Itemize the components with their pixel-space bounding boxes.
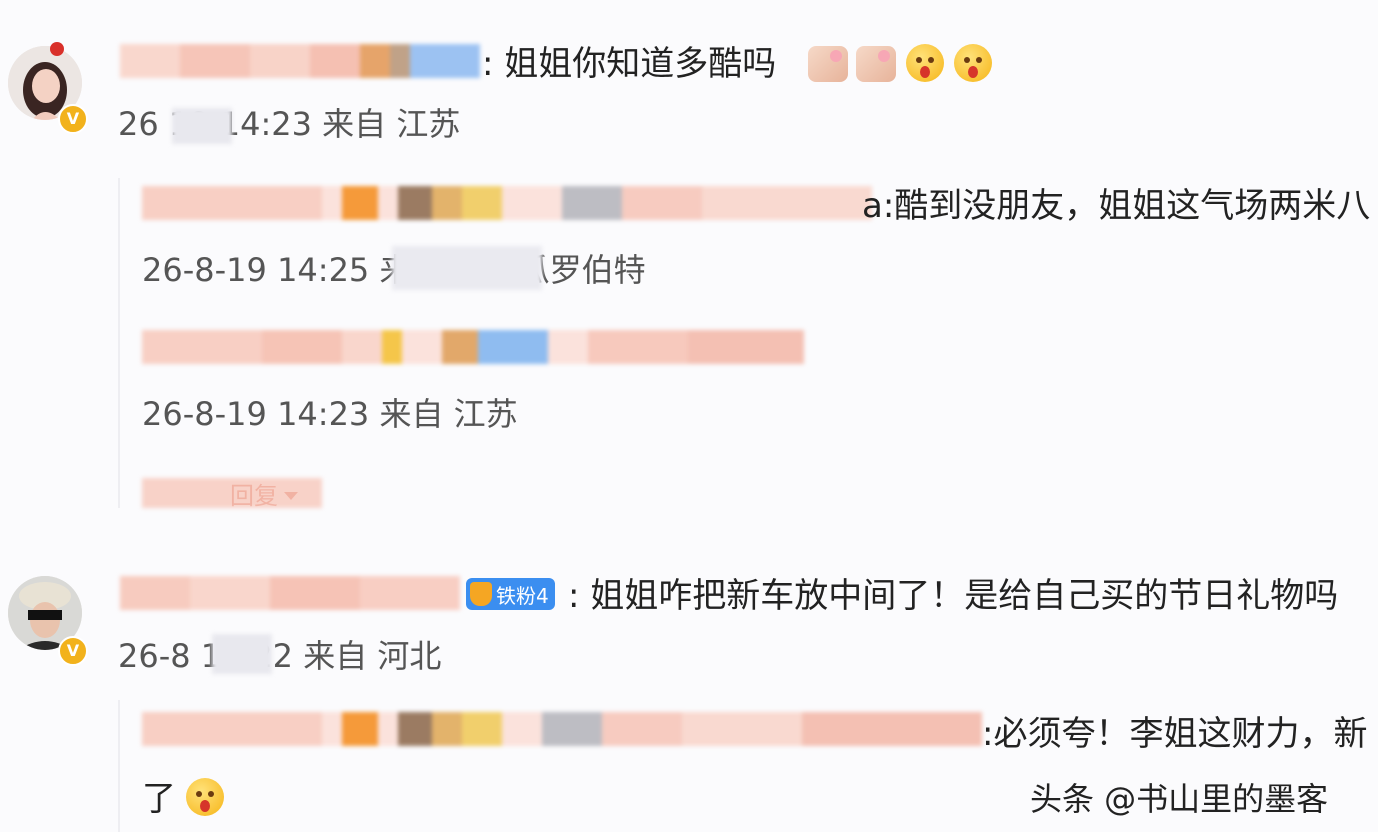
reply-meta: 26-8-19 14:23 来自 江苏 (142, 395, 518, 433)
reply-text: a:酷到没朋友，姐姐这气场两米八 (862, 186, 1371, 226)
more-replies-link[interactable]: 回复 (230, 476, 298, 511)
verified-badge: V (58, 636, 88, 666)
comment-text: : 姐姐你知道多酷吗 (482, 44, 777, 84)
shy-face-icon (186, 778, 224, 816)
reply-username-blurred[interactable] (142, 712, 982, 746)
fan-shield-icon (470, 582, 492, 606)
sticker-icon (856, 46, 896, 82)
comment-text: : 姐姐咋把新车放中间了！是给自己买的节日礼物吗 (568, 576, 1339, 616)
reply-username-blurred[interactable] (142, 330, 804, 364)
meta-blur (392, 246, 542, 290)
apple-icon (50, 42, 64, 56)
drool-face-icon (954, 44, 992, 82)
comment-meta: 26-8 14:22 来自 河北 (118, 637, 442, 675)
verified-badge: V (58, 104, 88, 134)
reply-text: :必须夸！李姐这财力，新 (982, 714, 1368, 754)
reply-username-blurred[interactable] (142, 186, 872, 220)
reply-thread-line (118, 178, 120, 508)
meta-blur (172, 108, 232, 144)
emoji-row (800, 44, 992, 82)
username-blurred[interactable] (120, 44, 480, 78)
meta-blur (212, 634, 272, 674)
reply-text-continued: 了 (142, 778, 224, 819)
comment-meta: 26 19 14:23 来自 江苏 (118, 105, 461, 143)
fan-badge: 铁粉4 (462, 578, 555, 614)
username-blurred[interactable] (120, 576, 460, 610)
chevron-down-icon (284, 492, 298, 500)
drool-face-icon (906, 44, 944, 82)
watermark: 头条 @书山里的墨客 (1030, 780, 1329, 818)
sticker-icon (808, 46, 848, 82)
reply-thread-line (118, 700, 120, 832)
